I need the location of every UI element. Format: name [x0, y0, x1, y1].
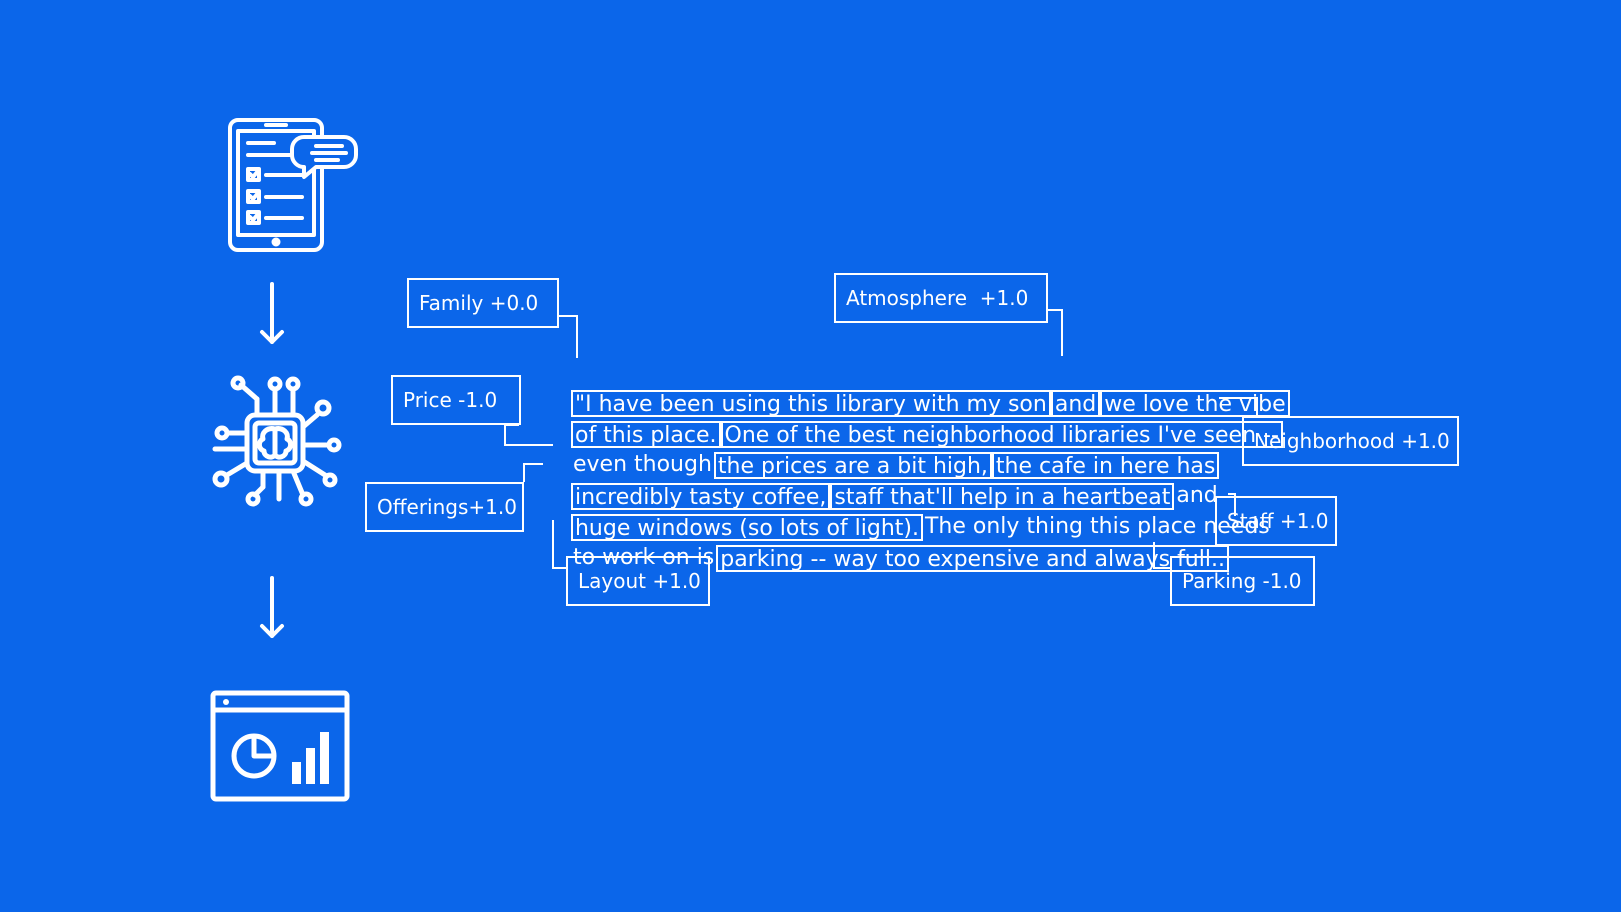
review-line: "I have been using this library with my …	[543, 356, 1290, 417]
down-arrow-icon	[260, 282, 284, 344]
ai-brain-chip-icon	[212, 375, 342, 507]
diagram-canvas: Family +0.0 Atmosphere +1.0 Price -1.0 N…	[0, 0, 1621, 912]
review-line: huge windows (so lots of light). The only…	[543, 480, 1272, 541]
aspect-label-price: Price -1.0	[391, 375, 521, 425]
review-line: even though the prices are a bit high, the…	[543, 418, 1220, 479]
aspect-label-offerings: Offerings+1.0	[365, 482, 524, 532]
review-segment: parking -- way too expensive and always …	[716, 544, 1229, 572]
dashboard-chart-icon	[210, 690, 350, 802]
review-line: to work on is parking -- way too expensiv…	[543, 511, 1229, 572]
review-line: incredibly tasty coffee, staff that'll he…	[543, 449, 1220, 510]
review-segment: to work on is	[572, 544, 715, 570]
aspect-label-family: Family +0.0	[407, 278, 559, 328]
tablet-survey-icon	[228, 118, 358, 252]
aspect-label-atmosphere: Atmosphere +1.0	[834, 273, 1048, 323]
review-line: of this place. One of the best neighborho…	[543, 387, 1283, 448]
down-arrow-icon	[260, 576, 284, 638]
